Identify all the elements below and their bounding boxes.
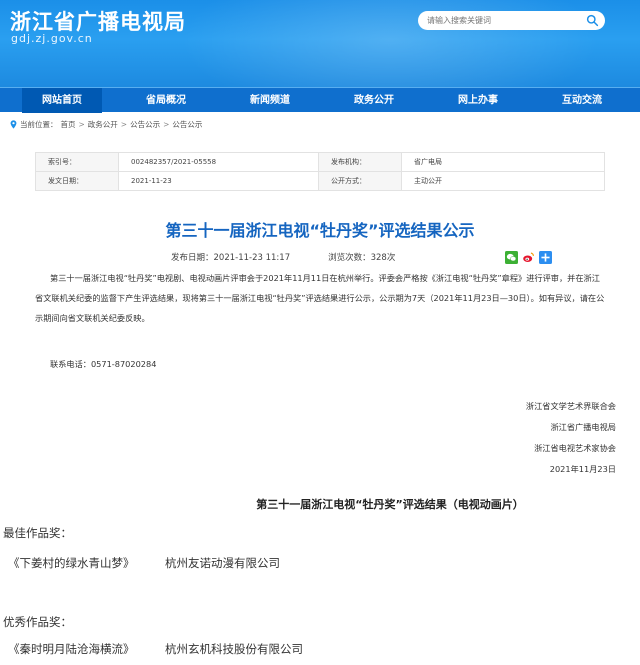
document-meta-table: 索引号： 002482357/2021-05558 发布机构： 省广电局 发文日… (35, 152, 605, 191)
share-buttons (505, 251, 552, 264)
nav-item-home[interactable]: 网站首页 (22, 88, 102, 113)
nav-item-overview[interactable]: 省局概况 (126, 88, 206, 113)
excellent-award-label: 优秀作品奖： (3, 615, 72, 629)
breadcrumb: 当前位置： 首页 > 政务公开 > 公告公示 > 公告公示 (10, 117, 202, 131)
nav-item-online-services[interactable]: 网上办事 (438, 88, 518, 113)
site-domain: gdj.zj.gov.cn (11, 32, 93, 45)
signature-date: 2021年11月23日 (549, 464, 616, 474)
signature-association: 浙江省电视艺术家协会 (534, 443, 616, 453)
results-title: 第三十一届浙江电视“牡丹奖”评选结果（电视动画片） (256, 498, 524, 511)
method-value: 主动公开 (401, 171, 605, 191)
method-label: 公开方式： (318, 171, 402, 191)
excellent-award-entry: 《秦时明月陆沧海横流》 杭州玄机科技股份有限公司 (8, 641, 303, 657)
index-label: 索引号： (35, 152, 119, 172)
breadcrumb-notices[interactable]: 公告公示 (130, 119, 160, 130)
excellent-work-company: 杭州玄机科技股份有限公司 (165, 642, 303, 656)
article-body: 第三十一届浙江电视“牡丹奖”电视剧、电视动画片评审会于2021年11月11日在杭… (35, 273, 605, 323)
publish-info: 发布日期：2021-11-23 11:17 浏览次数：328次 (171, 251, 395, 263)
breadcrumb-separator: > (78, 119, 85, 129)
org-label: 发布机构： (318, 152, 402, 172)
breadcrumb-home[interactable]: 首页 (61, 119, 76, 130)
date-label: 发文日期： (35, 171, 119, 191)
site-header: 浙江省广播电视局 gdj.zj.gov.cn (0, 0, 640, 87)
org-value: 省广电局 (401, 152, 605, 172)
article-title: 第三十一届浙江电视“牡丹奖”评选结果公示 (165, 221, 475, 240)
best-award-label: 最佳作品奖： (3, 526, 72, 540)
breadcrumb-gov-affairs[interactable]: 政务公开 (88, 119, 118, 130)
best-work-company: 杭州友诺动漫有限公司 (165, 556, 280, 570)
breadcrumb-prefix: 当前位置： (20, 119, 58, 129)
table-row: 索引号： 002482357/2021-05558 发布机构： 省广电局 (35, 152, 605, 172)
main-nav: 网站首页 省局概况 新闻频道 政务公开 网上办事 互动交流 (0, 87, 640, 113)
weibo-icon[interactable] (522, 251, 535, 264)
search-box (418, 11, 605, 30)
index-value: 002482357/2021-05558 (118, 152, 319, 172)
plus-share-icon[interactable] (539, 251, 552, 264)
view-count: 浏览次数：328次 (328, 253, 396, 263)
wechat-icon[interactable] (505, 251, 518, 264)
contact-phone: 联系电话：0571-87020284 (50, 359, 157, 369)
nav-item-news[interactable]: 新闻频道 (230, 88, 310, 113)
location-icon (10, 119, 17, 129)
signature-bureau: 浙江省广播电视局 (550, 422, 616, 432)
best-award-entry: 《下姜村的绿水青山梦》 杭州友诺动漫有限公司 (8, 555, 280, 571)
best-work-title: 《下姜村的绿水青山梦》 (8, 556, 135, 570)
excellent-work-title: 《秦时明月陆沧海横流》 (8, 642, 135, 656)
nav-item-interaction[interactable]: 互动交流 (542, 88, 622, 113)
table-row: 发文日期： 2021-11-23 公开方式： 主动公开 (35, 171, 605, 191)
publish-date: 发布日期：2021-11-23 11:17 (171, 253, 291, 263)
search-icon[interactable] (586, 14, 599, 27)
nav-item-gov-affairs[interactable]: 政务公开 (334, 88, 414, 113)
breadcrumb-separator: > (120, 119, 128, 129)
breadcrumb-separator: > (163, 119, 170, 129)
breadcrumb-current[interactable]: 公告公示 (172, 119, 202, 130)
search-input[interactable] (427, 13, 577, 28)
signature-federation: 浙江省文学艺术界联合会 (525, 401, 616, 411)
date-value: 2021-11-23 (118, 171, 319, 191)
